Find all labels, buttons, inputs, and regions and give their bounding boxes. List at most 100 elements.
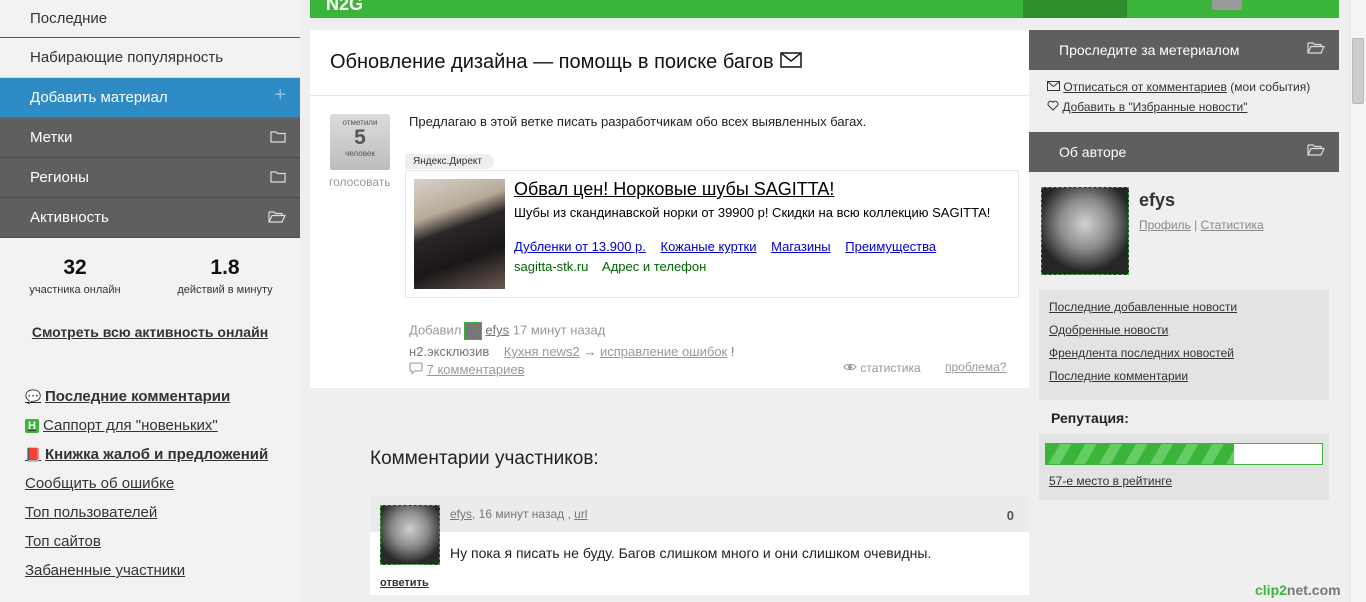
ad-link[interactable]: Преимущества — [845, 239, 936, 254]
author-news-links: Последние добавленные новости Одобренные… — [1039, 290, 1329, 400]
comment-avatar[interactable] — [380, 505, 440, 565]
online-label: участника онлайн — [29, 284, 121, 296]
ad-title[interactable]: Обвал цен! Норковые шубы SAGITTA! — [514, 179, 834, 200]
report-bug-link[interactable]: Сообщить об ошибке — [25, 469, 268, 498]
vote-button[interactable]: голосовать — [329, 175, 391, 189]
latest-comments-link[interactable]: 💬 Последние комментарии — [25, 382, 268, 411]
reputation-label: Репутация: — [1051, 410, 1129, 426]
ad-tag[interactable]: Яндекс.Директ — [405, 154, 494, 169]
ad-link[interactable]: Дубленки от 13.900 р. — [514, 239, 646, 254]
ad-contact-link[interactable]: Адрес и телефон — [602, 259, 706, 274]
comment-score: 0 — [1006, 508, 1014, 523]
latest-added-news-link[interactable]: Последние добавленные новости — [1049, 300, 1329, 323]
nav-item-regions[interactable]: Регионы — [0, 158, 300, 198]
follow-links: Отписаться от комментариев (мои события)… — [1029, 70, 1339, 132]
stats-link[interactable]: статистика — [843, 361, 921, 375]
nav-item-label: Последние — [30, 10, 108, 27]
folder-icon — [270, 170, 286, 186]
top-sites-link[interactable]: Топ сайтов — [25, 527, 268, 556]
comment-item: efys, 16 минут назад , url 0 Ну пока я п… — [370, 495, 1029, 595]
nav-item-label: Набирающие популярность — [30, 49, 224, 66]
folder-open-icon — [1307, 143, 1325, 159]
ad-image[interactable] — [414, 179, 505, 289]
banned-users-link[interactable]: Забаненные участники — [25, 556, 268, 585]
page: Последние Набирающие популярность Добави… — [0, 0, 1366, 602]
subsection-link[interactable]: исправление ошибок — [600, 344, 727, 359]
profile-link[interactable]: Профиль — [1139, 218, 1191, 232]
side-links: 💬 Последние комментарии H Саппорт для "нов… — [25, 382, 268, 585]
nav-item-activity[interactable]: Активность — [0, 198, 300, 238]
link-label: Топ сайтов — [25, 533, 101, 550]
post-title-bar: Обновление дизайна — помощь в поиске баг… — [310, 30, 1029, 96]
nav-item-label: Метки — [30, 129, 73, 146]
comment-author-link[interactable]: efys — [450, 507, 472, 521]
comments-heading: Комментарии участников: — [370, 448, 599, 469]
author-latest-comments-link[interactable]: Последние комментарии — [1049, 369, 1329, 392]
nav-item-tags[interactable]: Метки — [0, 118, 300, 158]
nav-item-label: Активность — [30, 209, 109, 226]
ad-site-link[interactable]: sagitta-stk.ru — [514, 259, 588, 274]
vote-box[interactable]: отметили 5 человек — [330, 114, 390, 170]
link-label: Топ пользователей — [25, 504, 158, 521]
scrollbar-thumb[interactable] — [1352, 38, 1364, 104]
post-category-meta: н2.эксклюзив Кухня news2 → исправление о… — [409, 344, 735, 359]
vote-count: 5 — [354, 126, 366, 149]
author-avatar[interactable] — [1041, 187, 1129, 275]
reputation-bar — [1045, 443, 1323, 465]
author-link[interactable]: efys — [485, 322, 509, 337]
add-favorite-link[interactable]: Добавить в "Избранные новости" — [1062, 100, 1247, 114]
reputation-box: 57-е место в рейтинге — [1039, 434, 1329, 500]
link-label: Книжка жалоб и предложений — [45, 446, 269, 463]
post-title: Обновление дизайна — помощь в поиске баг… — [330, 51, 774, 73]
separator: | — [1194, 218, 1198, 232]
reply-button[interactable]: ответить — [380, 577, 429, 589]
about-author-header[interactable]: Об авторе — [1029, 132, 1339, 172]
stats-label: статистика — [860, 361, 921, 375]
problem-link[interactable]: проблема? — [945, 360, 1006, 374]
eye-icon — [843, 361, 860, 375]
ad-link[interactable]: Магазины — [771, 239, 831, 254]
link-label: Саппорт для "новеньких" — [43, 417, 218, 434]
online-count: 32 — [63, 256, 87, 279]
comments-count-link[interactable]: 7 комментариев — [427, 362, 525, 377]
post-text: Предлагаю в этой ветке писать разработчи… — [409, 114, 867, 129]
post-time: 17 минут назад — [512, 322, 606, 338]
top-users-link[interactable]: Топ пользователей — [25, 498, 268, 527]
complaints-book-link[interactable]: 📕 Книжка жалоб и предложений — [25, 440, 268, 469]
envelope-icon[interactable] — [779, 51, 802, 74]
folder-icon — [270, 130, 286, 146]
vertical-scrollbar[interactable] — [1349, 0, 1366, 602]
section-link[interactable]: Кухня news2 — [504, 344, 580, 359]
approved-news-link[interactable]: Одобренные новости — [1049, 323, 1329, 346]
top-bar-active-tab[interactable] — [1023, 0, 1127, 18]
user-avatar[interactable] — [1212, 0, 1242, 10]
post-author-meta: Добавил efys 17 минут назад — [409, 322, 605, 340]
rate-value: 1.8 — [210, 256, 240, 279]
support-link[interactable]: H Саппорт для "новеньких" — [25, 411, 268, 440]
comments-icon: 💬 — [25, 388, 42, 404]
exclamation: ! — [730, 344, 735, 359]
see-all-activity-link[interactable]: Смотреть всю активность онлайн — [0, 324, 300, 340]
site-logo[interactable]: N2G — [326, 0, 363, 15]
post-card: Обновление дизайна — помощь в поиске баг… — [310, 30, 1029, 388]
nav-item-add-material[interactable]: Добавить материал + — [0, 78, 300, 118]
ad-link[interactable]: Кожаные куртки — [661, 239, 757, 254]
vote-unit: человек — [345, 149, 375, 158]
comment-url-link[interactable]: url — [574, 507, 587, 521]
favorite-row: Добавить в "Избранные новости" — [1047, 100, 1339, 114]
ad-site: sagitta-stk.ru Адрес и телефон — [514, 259, 716, 274]
author-name[interactable]: efys — [1139, 190, 1175, 211]
activity-stats: 32 участника онлайн 1.8 действий в минут… — [0, 238, 300, 318]
nav-item-trending[interactable]: Набирающие популярность — [0, 38, 300, 78]
follow-header[interactable]: Проследите за метериалом — [1029, 30, 1339, 70]
author-mini-avatar[interactable] — [464, 322, 483, 340]
statistics-link[interactable]: Статистика — [1201, 218, 1264, 232]
unsubscribe-link[interactable]: Отписаться от комментариев — [1063, 80, 1227, 94]
plus-icon: + — [274, 84, 286, 106]
comment-body — [370, 532, 1029, 595]
rating-rank-link[interactable]: 57-е место в рейтинге — [1049, 474, 1172, 488]
friend-feed-link[interactable]: Френдлента последних новостей — [1049, 346, 1329, 369]
nav-item-latest[interactable]: Последние — [0, 0, 300, 38]
added-label: Добавил — [409, 322, 462, 338]
heart-icon — [1047, 100, 1062, 114]
